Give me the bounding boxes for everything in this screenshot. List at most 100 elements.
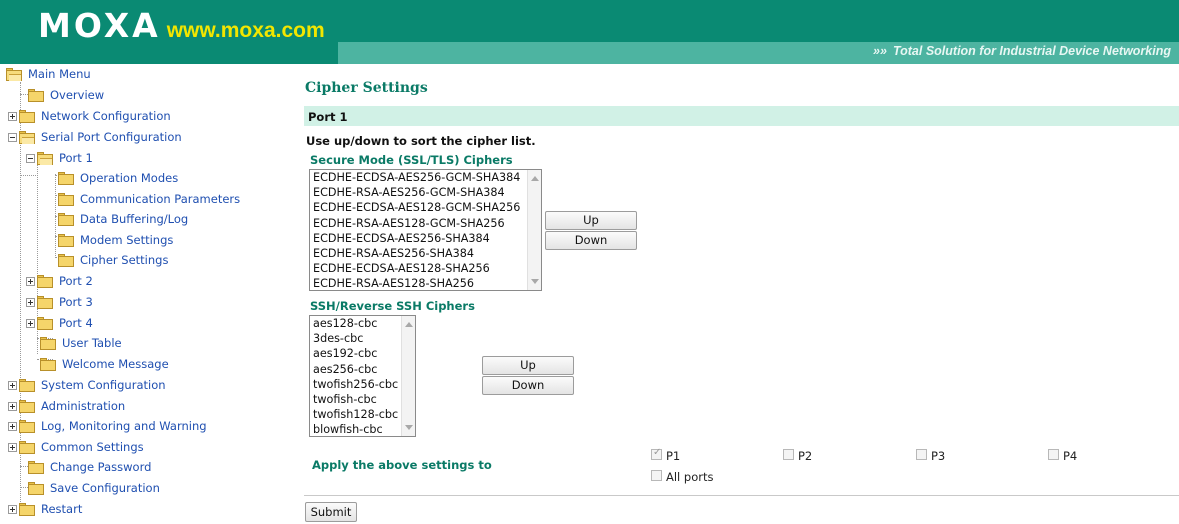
sidebar-item-log-monitoring-warning[interactable]: Log, Monitoring and Warning	[8, 416, 207, 436]
list-option[interactable]: twofish128-cbc	[310, 407, 415, 422]
sidebar-item-label: Overview	[50, 88, 105, 102]
sidebar-item-label: Port 1	[59, 151, 93, 165]
list-option[interactable]: ECDHE-RSA-AES256-SHA384	[310, 246, 541, 261]
folder-icon	[19, 109, 36, 123]
sidebar-item-modem-settings[interactable]: Modem Settings	[56, 230, 173, 250]
sidebar-item-label: Log, Monitoring and Warning	[41, 419, 207, 433]
sidebar-item-label: System Configuration	[41, 378, 166, 392]
sort-instruction: Use up/down to sort the cipher list.	[306, 134, 536, 148]
sidebar-item-common-settings[interactable]: Common Settings	[8, 437, 144, 457]
sidebar-item-label: Network Configuration	[41, 109, 171, 123]
expand-plus-icon[interactable]	[8, 421, 17, 431]
expand-plus-icon[interactable]	[8, 401, 17, 411]
list-option[interactable]: ECDHE-ECDSA-AES256-SHA384	[310, 231, 541, 246]
ssh-cipher-listbox[interactable]: aes128-cbc 3des-cbc aes192-cbc aes256-cb…	[309, 315, 416, 437]
sidebar-item-restart[interactable]: Restart	[8, 499, 82, 519]
list-option[interactable]: ECDHE-ECDSA-AES128-SHA256	[310, 261, 541, 276]
expand-plus-icon[interactable]	[8, 111, 17, 121]
list-option[interactable]: ECDHE-RSA-AES128-SHA256	[310, 276, 541, 290]
sidebar-item-port-4[interactable]: Port 4	[26, 313, 93, 333]
sidebar-item-label: Administration	[41, 399, 126, 413]
sidebar-item-operation-modes[interactable]: Operation Modes	[56, 168, 178, 188]
apply-all-ports-checkbox[interactable]: All ports	[651, 466, 713, 484]
sidebar-item-port-1[interactable]: Port 1	[26, 148, 93, 168]
moxa-logo: MOXA www.moxa.com	[38, 4, 325, 48]
folder-icon	[28, 88, 45, 102]
sidebar-item-label: Change Password	[50, 460, 152, 474]
list-option[interactable]: ECDHE-ECDSA-AES128-GCM-SHA256	[310, 200, 541, 215]
tree-line	[20, 175, 36, 176]
ssl-down-button[interactable]: Down	[545, 231, 637, 250]
expand-plus-icon[interactable]	[8, 442, 17, 452]
list-option[interactable]: ECDHE-RSA-AES128-GCM-SHA256	[310, 216, 541, 231]
expand-plus-icon[interactable]	[8, 504, 17, 514]
checkbox-label: P3	[931, 449, 946, 463]
collapse-minus-icon[interactable]	[26, 153, 35, 163]
list-option[interactable]: twofish256-cbc	[310, 377, 415, 392]
list-option[interactable]: 3des-cbc	[310, 331, 415, 346]
sidebar-item-label: Communication Parameters	[80, 192, 241, 206]
apply-p2-checkbox[interactable]: P2	[783, 445, 812, 463]
ssh-up-button[interactable]: Up	[482, 356, 574, 375]
sidebar-menu-tree: Main Menu Overview Network Configuration…	[0, 64, 290, 524]
expand-plus-icon[interactable]	[26, 276, 35, 286]
sidebar-item-system-configuration[interactable]: System Configuration	[8, 375, 166, 395]
checkbox-icon[interactable]	[916, 448, 927, 460]
sidebar-item-label: Cipher Settings	[80, 253, 169, 267]
divider	[304, 495, 1179, 496]
folder-icon	[58, 171, 75, 185]
sidebar-item-label: Serial Port Configuration	[41, 130, 182, 144]
sidebar-item-main-menu[interactable]: Main Menu	[4, 64, 91, 84]
folder-icon	[19, 440, 36, 454]
scroll-up-arrow-icon[interactable]	[531, 176, 539, 181]
list-option[interactable]: blowfish-cbc	[310, 422, 415, 436]
sidebar-item-save-configuration[interactable]: Save Configuration	[26, 478, 160, 498]
ssl-cipher-listbox[interactable]: ECDHE-ECDSA-AES256-GCM-SHA384 ECDHE-RSA-…	[309, 169, 542, 291]
sidebar-item-administration[interactable]: Administration	[8, 396, 125, 416]
scrollbar[interactable]	[401, 316, 415, 436]
apply-p1-checkbox[interactable]: P1	[651, 445, 680, 463]
sidebar-item-user-table[interactable]: User Table	[38, 333, 122, 353]
collapse-minus-icon[interactable]	[8, 132, 17, 142]
expand-plus-icon[interactable]	[26, 297, 35, 307]
apply-p3-checkbox[interactable]: P3	[916, 445, 945, 463]
sidebar-item-overview[interactable]: Overview	[26, 85, 104, 105]
sidebar-item-network-configuration[interactable]: Network Configuration	[8, 106, 171, 126]
sidebar-item-serial-port-configuration[interactable]: Serial Port Configuration	[8, 127, 182, 147]
checkbox-icon[interactable]	[783, 448, 794, 460]
submit-button[interactable]: Submit	[305, 502, 357, 522]
expand-plus-icon[interactable]	[26, 318, 35, 328]
checkbox-icon[interactable]	[1048, 448, 1059, 460]
scroll-down-arrow-icon[interactable]	[405, 425, 413, 430]
list-option[interactable]: aes192-cbc	[310, 346, 415, 361]
list-option[interactable]: ECDHE-ECDSA-AES256-GCM-SHA384	[310, 170, 541, 185]
sidebar-item-port-3[interactable]: Port 3	[26, 292, 93, 312]
ssl-up-button[interactable]: Up	[545, 211, 637, 230]
apply-p4-checkbox[interactable]: P4	[1048, 445, 1077, 463]
list-option[interactable]: twofish-cbc	[310, 392, 415, 407]
expand-plus-icon[interactable]	[8, 380, 17, 390]
folder-icon	[19, 419, 36, 433]
list-option[interactable]: ECDHE-RSA-AES256-GCM-SHA384	[310, 185, 541, 200]
sidebar-item-label: Port 2	[59, 274, 93, 288]
scroll-up-arrow-icon[interactable]	[405, 322, 413, 327]
logo-text: MOXA	[38, 6, 161, 45]
checkbox-checked-icon[interactable]	[651, 447, 662, 460]
sidebar-item-change-password[interactable]: Change Password	[26, 457, 151, 477]
folder-icon	[40, 336, 57, 350]
scroll-down-arrow-icon[interactable]	[531, 279, 539, 284]
sidebar-item-port-2[interactable]: Port 2	[26, 271, 93, 291]
checkbox-icon[interactable]	[651, 469, 662, 481]
sidebar-item-communication-parameters[interactable]: Communication Parameters	[56, 189, 240, 209]
sidebar-item-label: Welcome Message	[62, 357, 169, 371]
sidebar-item-cipher-settings[interactable]: Cipher Settings	[56, 250, 168, 270]
sidebar-item-label: Modem Settings	[80, 233, 174, 247]
scrollbar[interactable]	[527, 170, 541, 290]
list-option[interactable]: aes128-cbc	[310, 316, 415, 331]
ssh-down-button[interactable]: Down	[482, 376, 574, 395]
checkbox-label: P1	[666, 449, 681, 463]
sidebar-item-welcome-message[interactable]: Welcome Message	[38, 354, 169, 374]
list-option[interactable]: aes256-cbc	[310, 362, 415, 377]
page-title: Cipher Settings	[305, 80, 428, 96]
sidebar-item-data-buffering-log[interactable]: Data Buffering/Log	[56, 209, 188, 229]
